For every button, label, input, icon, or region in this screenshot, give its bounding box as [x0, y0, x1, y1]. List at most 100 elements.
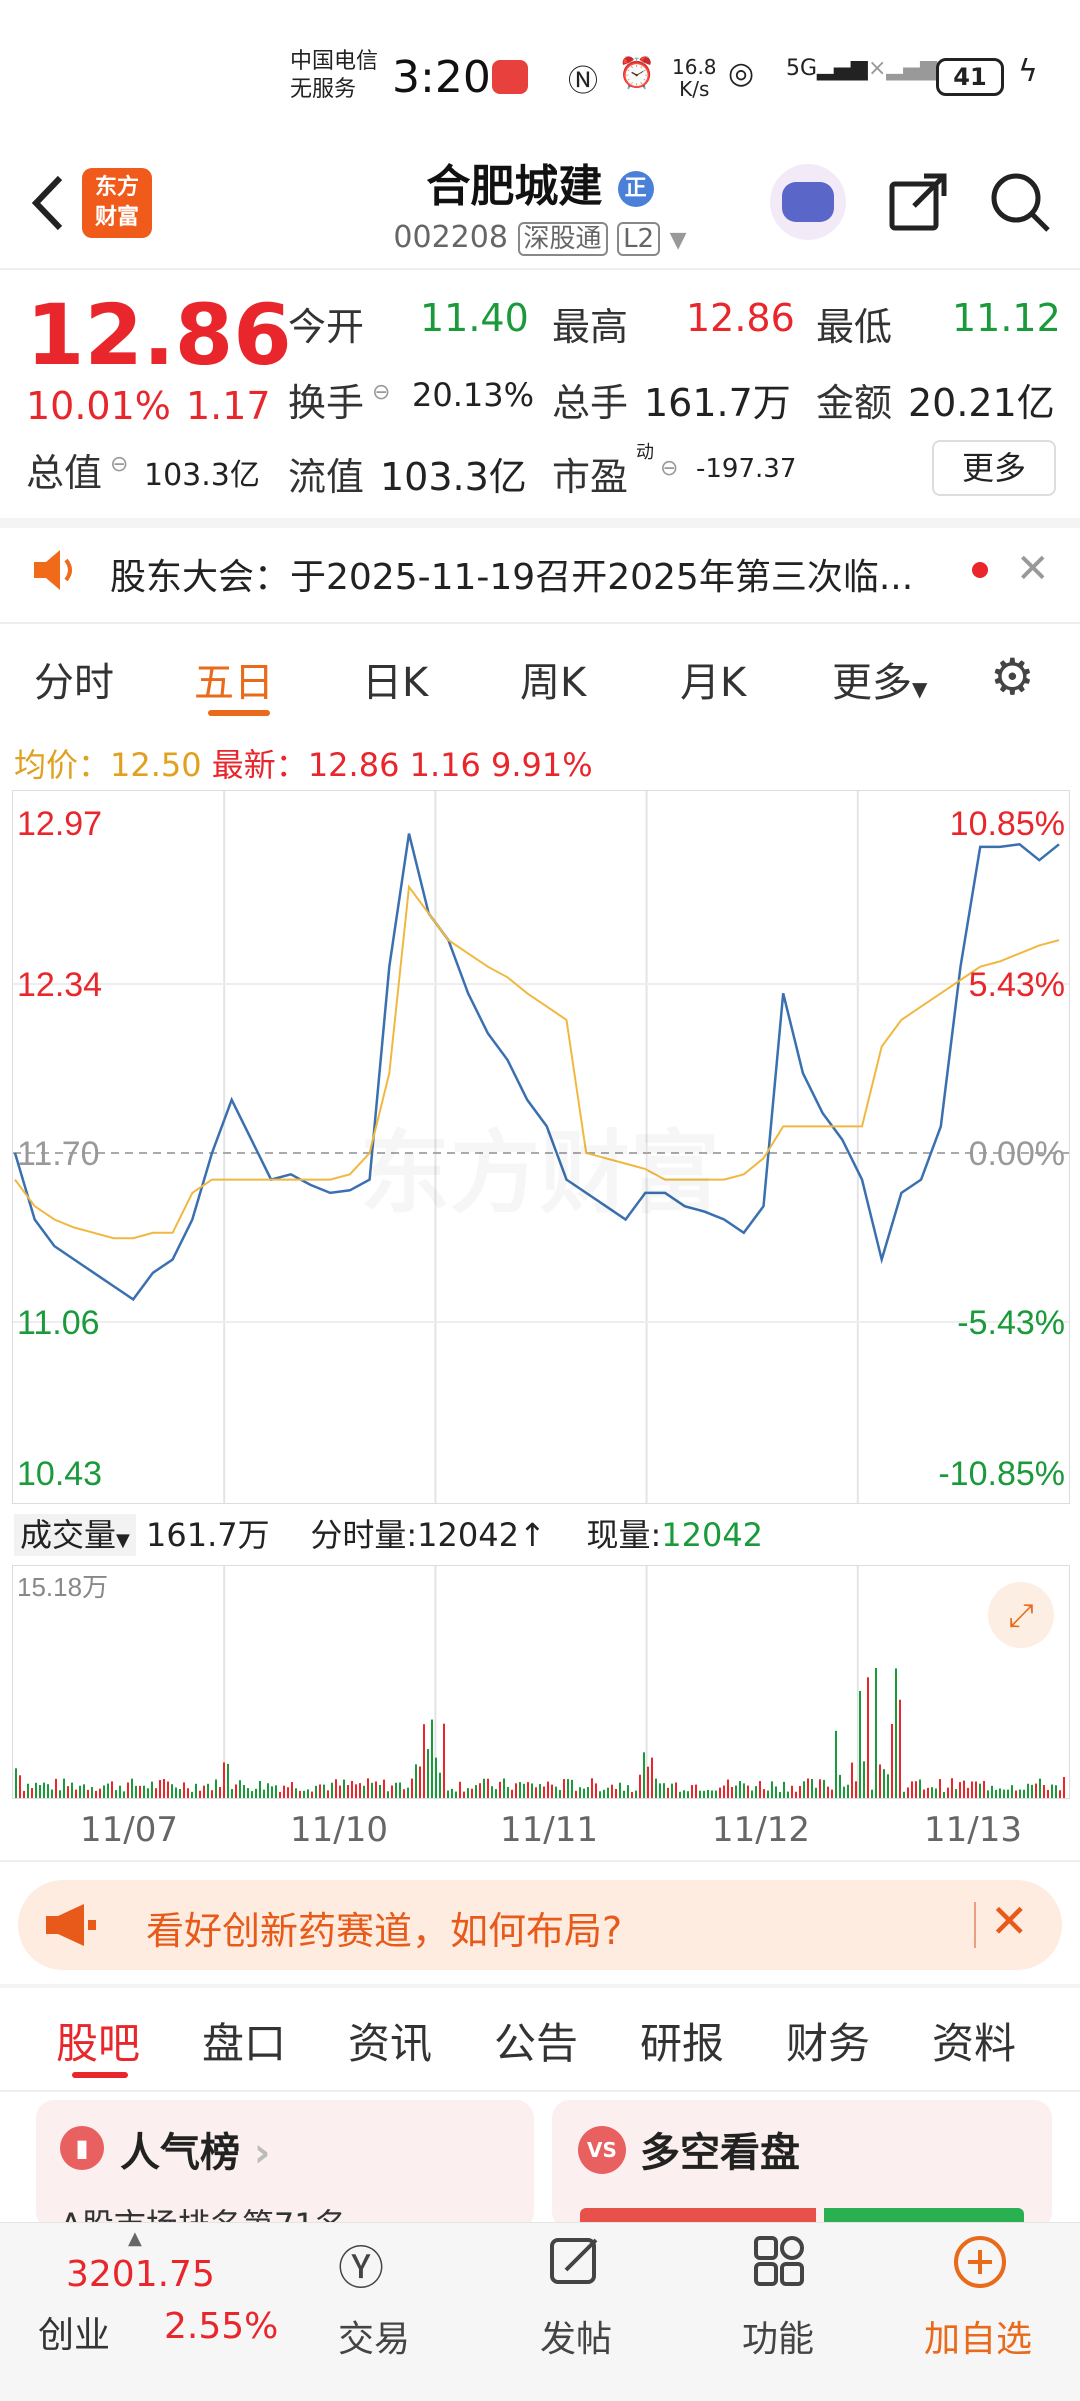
settings-gear-icon[interactable]: ⚙: [990, 648, 1035, 706]
volume-bar: [603, 1789, 605, 1798]
tab-intraday[interactable]: 分时: [34, 650, 114, 708]
index-pct[interactable]: 2.55%: [164, 2306, 278, 2347]
date-label: 11/10: [290, 1810, 388, 1850]
volume-chart[interactable]: 15.18万: [12, 1565, 1070, 1799]
volume-value: 161.7万: [644, 381, 791, 425]
tab-guba[interactable]: 股吧: [56, 2010, 140, 2071]
post-edit-icon[interactable]: [548, 2234, 602, 2292]
nav-functions[interactable]: 功能: [742, 2310, 814, 2362]
info-icon[interactable]: ⊖: [372, 380, 390, 405]
date-label: 11/12: [712, 1810, 810, 1850]
volume-bar: [759, 1781, 761, 1798]
volume-bar: [719, 1787, 721, 1798]
tab-weekly-k[interactable]: 周K: [520, 650, 586, 708]
pe-label: 市盈: [552, 455, 629, 499]
volume-bar: [379, 1784, 381, 1798]
robot-assistant-icon[interactable]: [770, 164, 846, 240]
speed-value: 16.8: [672, 55, 717, 79]
unread-dot: [972, 562, 988, 578]
info-icon[interactable]: ⊖: [110, 452, 128, 477]
badge-l2: L2: [617, 222, 661, 256]
notice-text[interactable]: 股东大会：于2025-11-19召开2025年第三次临...: [110, 548, 913, 600]
ranking-icon: ▮: [60, 2126, 104, 2170]
nav-post[interactable]: 发帖: [540, 2310, 612, 2362]
open-label: 今开: [288, 305, 365, 349]
volume-bar: [183, 1782, 185, 1798]
volume-bar: [447, 1790, 449, 1798]
tab-monthly-k[interactable]: 月K: [680, 650, 746, 708]
volume-bar: [855, 1781, 857, 1798]
volume-bar: [139, 1785, 141, 1798]
status-time: 3:20: [392, 52, 491, 103]
volume-bar: [75, 1789, 77, 1798]
popularity-card[interactable]: ▮ 人气榜 › A股市场排名第71名: [36, 2100, 534, 2230]
index-value[interactable]: 3201.75: [66, 2254, 215, 2295]
volume-bar: [319, 1784, 321, 1798]
volume-bar: [723, 1785, 725, 1798]
amount-value: 20.21亿: [908, 381, 1055, 425]
nav-add-watchlist[interactable]: 加自选: [924, 2310, 1032, 2362]
volume-bar: [615, 1788, 617, 1798]
close-banner-icon[interactable]: ✕: [990, 1894, 1029, 1948]
volume-bar: [495, 1789, 497, 1798]
volume-bar: [423, 1724, 425, 1798]
trade-icon[interactable]: Ⓨ: [338, 2232, 384, 2298]
volume-bar: [815, 1787, 817, 1798]
volume-total: 161.7万: [146, 1516, 270, 1554]
close-notice-icon[interactable]: ✕: [1016, 546, 1050, 592]
tab-announcements[interactable]: 公告: [494, 2010, 578, 2071]
market-cap-value: 103.3亿: [144, 458, 260, 493]
promo-banner[interactable]: 看好创新药赛道，如何布局? ✕: [18, 1880, 1062, 1970]
volume-bar: [19, 1775, 21, 1798]
volume-bar: [147, 1788, 149, 1798]
volume-bar: [83, 1784, 85, 1798]
tab-daily-k[interactable]: 日K: [362, 650, 428, 708]
add-watchlist-icon[interactable]: [952, 2234, 1008, 2294]
date-divider: [0, 1860, 1080, 1862]
volume-bar: [259, 1780, 261, 1798]
volume-bar: [1043, 1784, 1045, 1798]
volume-chart-svg: 15.18万: [15, 1566, 1065, 1798]
tab-finance[interactable]: 财务: [786, 2010, 870, 2071]
share-button[interactable]: [886, 170, 950, 238]
volume-bar: [179, 1788, 181, 1798]
volume-bar: [871, 1789, 873, 1798]
volume-bar: [399, 1782, 401, 1798]
volume-bar: [915, 1781, 917, 1798]
info-icon[interactable]: ⊖: [660, 456, 678, 481]
bull-bear-card[interactable]: VS 多空看盘: [552, 2100, 1052, 2230]
volume-bar: [907, 1787, 909, 1798]
volume-bar: [607, 1787, 609, 1798]
volume-bar: [843, 1786, 845, 1798]
signal-5g-icon: 5G▂▄▆: [786, 56, 868, 81]
more-quote-button[interactable]: 更多: [932, 440, 1056, 496]
volume-bar: [867, 1677, 869, 1798]
volume-bar: [431, 1719, 433, 1798]
tab-more[interactable]: 更多▼: [832, 650, 927, 708]
volume-bar: [851, 1762, 853, 1798]
avg-value: 12.50: [110, 746, 202, 784]
index-name[interactable]: 创业: [38, 2306, 110, 2358]
tab-profile[interactable]: 资料: [932, 2010, 1016, 2071]
tab-research[interactable]: 研报: [640, 2010, 724, 2071]
volume-bar: [455, 1791, 457, 1798]
app-notification-icon: [492, 60, 528, 94]
volume-bar: [323, 1784, 325, 1798]
volume-bar: [887, 1774, 889, 1798]
tab-pankou[interactable]: 盘口: [202, 2010, 286, 2071]
nav-trade[interactable]: 交易: [338, 2310, 410, 2362]
volume-bar: [563, 1779, 565, 1798]
tab-news[interactable]: 资讯: [348, 2010, 432, 2071]
volume-bar: [747, 1785, 749, 1798]
tab-five-day[interactable]: 五日: [194, 650, 274, 708]
volume-bar: [919, 1779, 921, 1798]
pe-superscript: 动: [636, 442, 654, 463]
high-label: 最高: [552, 305, 629, 349]
search-button[interactable]: [988, 170, 1052, 238]
volume-bar: [775, 1786, 777, 1798]
volume-bar: [511, 1789, 513, 1798]
apps-grid-icon[interactable]: [752, 2234, 806, 2292]
volume-dropdown[interactable]: 成交量▼: [14, 1514, 136, 1556]
expand-icon[interactable]: ⤢: [988, 1582, 1054, 1648]
volume-bar: [735, 1785, 737, 1798]
